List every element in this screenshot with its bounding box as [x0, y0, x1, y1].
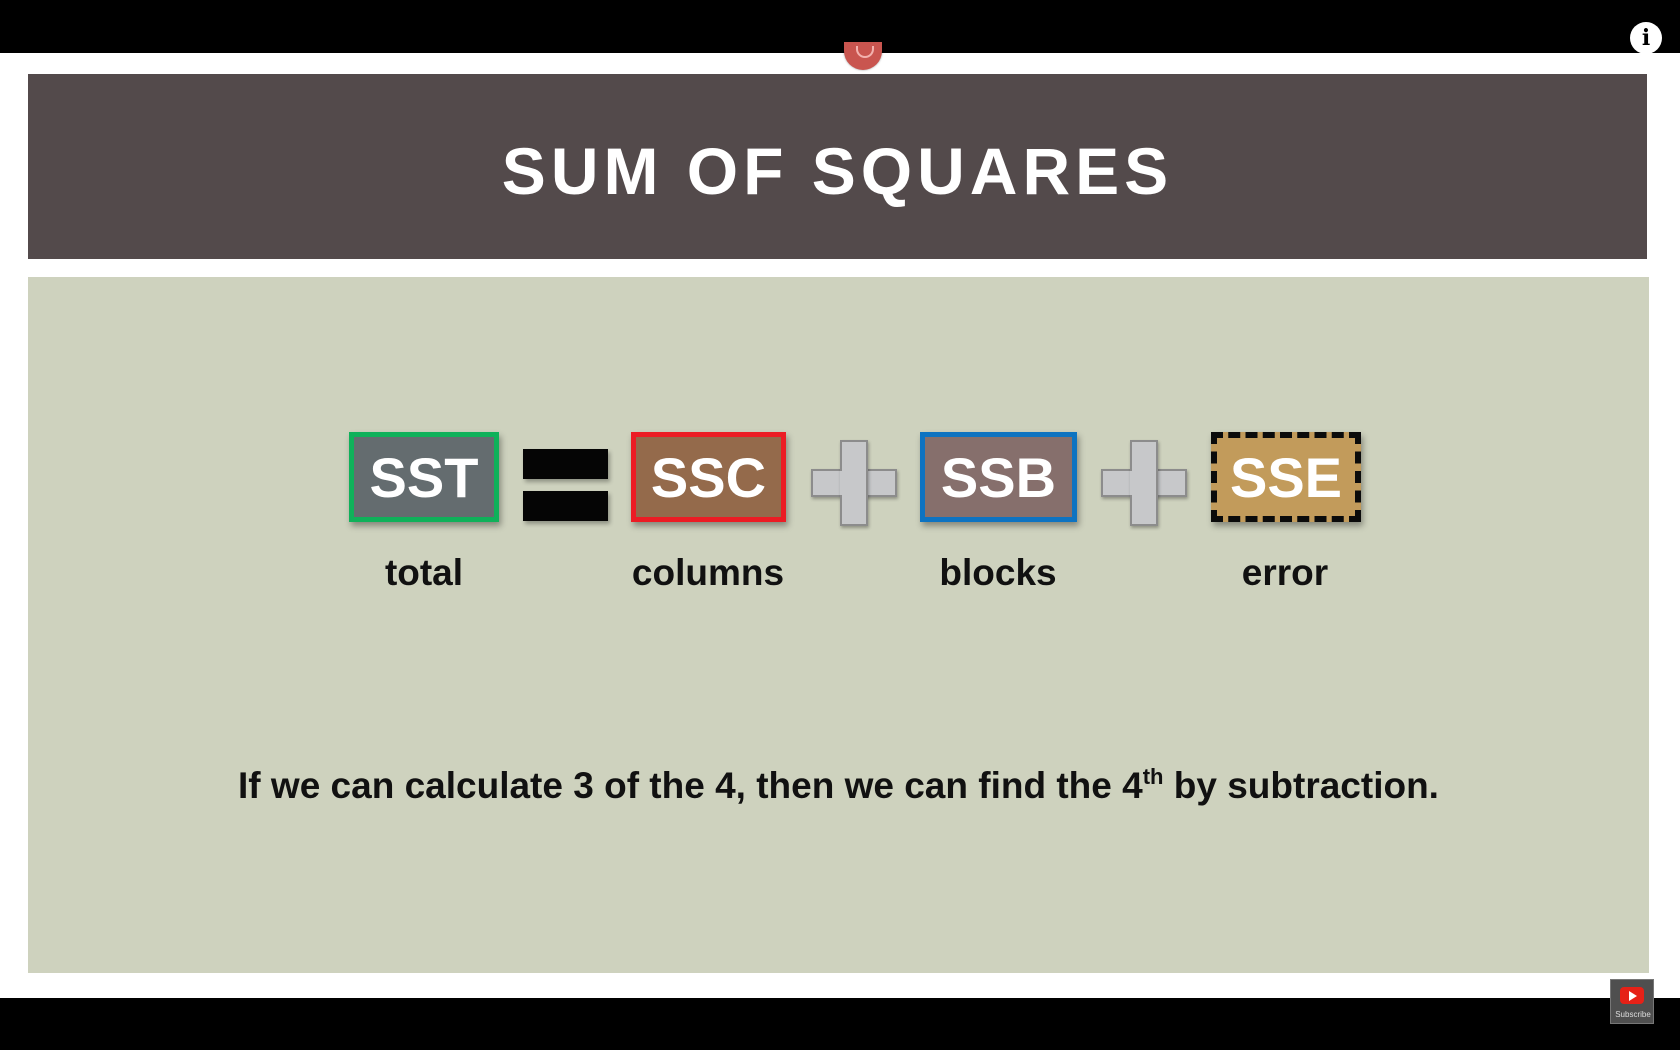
recording-indicator-icon — [844, 42, 882, 70]
subscribe-button[interactable]: Subscribe — [1610, 979, 1654, 1024]
ssb-box: SSB — [920, 432, 1077, 522]
sst-label: total — [384, 552, 464, 593]
explanation-sentence: If we can calculate 3 of the 4, then we … — [28, 765, 1649, 807]
ssc-label: columns — [631, 552, 785, 593]
slide-title: SUM OF SQUARES — [501, 133, 1174, 208]
ssb-abbr: SSB — [940, 445, 1057, 509]
sse-label: error — [1241, 552, 1329, 593]
sentence-superscript: th — [1142, 764, 1164, 789]
video-bottom-bar — [0, 998, 1680, 1050]
slide-title-bar: SUM OF SQUARES — [28, 74, 1647, 259]
sst-abbr: SST — [369, 445, 479, 509]
ssc-box: SSC — [631, 432, 786, 522]
sse-box: SSE — [1211, 432, 1361, 522]
sst-box: SST — [349, 432, 499, 522]
ssc-abbr: SSC — [650, 445, 767, 509]
sentence-main: If we can calculate 3 of the 4, then we … — [238, 765, 1143, 806]
subscribe-label: Subscribe — [1615, 1010, 1651, 1019]
plus-icon — [811, 440, 897, 526]
equals-icon — [523, 449, 608, 521]
youtube-play-icon — [1620, 987, 1644, 1004]
info-icon[interactable]: i — [1630, 22, 1662, 54]
sentence-end: by subtraction. — [1163, 765, 1439, 806]
slide-content: SST total SSC columns SSB blocks SSE err… — [28, 277, 1649, 973]
video-top-bar — [0, 0, 1680, 53]
ssb-label: blocks — [939, 552, 1057, 593]
sse-abbr: SSE — [1229, 445, 1343, 509]
plus-icon — [1101, 440, 1187, 526]
